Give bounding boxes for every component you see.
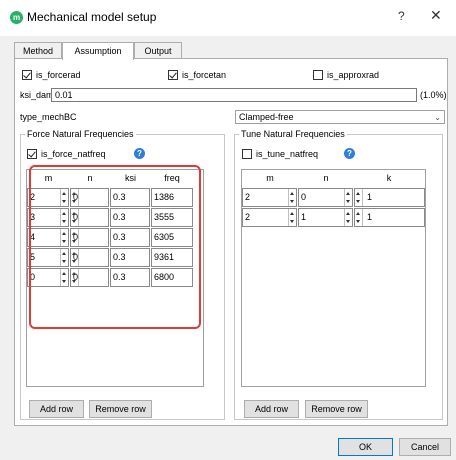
is-forcerad-label: is_forcerad bbox=[36, 70, 81, 80]
cancel-button[interactable]: Cancel bbox=[399, 438, 451, 456]
force-add-row-button[interactable]: Add row bbox=[29, 400, 84, 418]
ksi-input[interactable]: 0.3 bbox=[110, 228, 150, 247]
m-stepper[interactable]: 3 bbox=[27, 208, 69, 227]
spin-arrows-icon[interactable] bbox=[288, 209, 296, 226]
spin-arrows-icon[interactable] bbox=[71, 229, 79, 246]
is-forcetan-checkbox[interactable] bbox=[168, 70, 178, 80]
is-force-natfreq-checkbox[interactable] bbox=[27, 149, 37, 159]
is-tune-natfreq-checkbox[interactable] bbox=[242, 149, 252, 159]
title-bar: m Mechanical model setup ? ✕ bbox=[0, 0, 456, 36]
n-stepper[interactable]: 0 bbox=[70, 208, 109, 227]
column-header-m: m bbox=[44, 173, 53, 183]
tune-add-row-button[interactable]: Add row bbox=[244, 400, 299, 418]
column-header-k: k bbox=[386, 173, 392, 183]
assumption-panel: is_forcerad is_forcetan is_approxrad ksi… bbox=[14, 58, 448, 426]
spin-arrows-icon[interactable] bbox=[60, 209, 68, 226]
column-header-freq: freq bbox=[164, 173, 180, 183]
tab-output[interactable]: Output bbox=[134, 42, 182, 59]
is-approxrad-label: is_approxrad bbox=[327, 70, 380, 80]
cell-value: 3 bbox=[30, 212, 36, 222]
ok-button[interactable]: OK bbox=[338, 438, 393, 456]
tab-method[interactable]: Method bbox=[14, 42, 62, 59]
close-button[interactable]: ✕ bbox=[430, 7, 442, 24]
cell-value: 0 bbox=[30, 272, 36, 282]
type-mechbc-value: Clamped-free bbox=[239, 112, 294, 122]
help-icon[interactable]: ? bbox=[134, 148, 145, 159]
spin-arrows-icon[interactable] bbox=[355, 189, 363, 206]
force-remove-row-button[interactable]: Remove row bbox=[89, 400, 152, 418]
spin-arrows-icon[interactable] bbox=[344, 209, 352, 226]
n-stepper[interactable]: 0 bbox=[70, 248, 109, 267]
ksi-input[interactable]: 0.3 bbox=[110, 208, 150, 227]
k-stepper[interactable]: 1 bbox=[354, 188, 425, 207]
spin-arrows-icon[interactable] bbox=[71, 249, 79, 266]
m-stepper[interactable]: 2 bbox=[27, 188, 69, 207]
column-header-n: n bbox=[87, 173, 93, 183]
ksi-input[interactable]: 0.3 bbox=[110, 188, 150, 207]
ksi-input[interactable]: 0.3 bbox=[110, 248, 150, 267]
m-stepper[interactable]: 2 bbox=[242, 208, 297, 227]
spin-arrows-icon[interactable] bbox=[71, 189, 79, 206]
freq-input[interactable]: 1386 bbox=[151, 188, 193, 207]
m-stepper[interactable]: 0 bbox=[27, 268, 69, 287]
force-natfreq-table: m n ksi freq 2 0 0.3 1386 3 0 0.3 3555 4… bbox=[26, 169, 204, 387]
is-forcetan-label: is_forcetan bbox=[182, 70, 227, 80]
freq-input[interactable]: 9361 bbox=[151, 248, 193, 267]
tune-natfreq-group: Tune Natural Frequencies is_tune_natfreq… bbox=[234, 129, 443, 420]
m-stepper[interactable]: 5 bbox=[27, 248, 69, 267]
n-stepper[interactable]: 0 bbox=[70, 188, 109, 207]
cell-value: 2 bbox=[30, 192, 36, 202]
spin-arrows-icon[interactable] bbox=[60, 249, 68, 266]
freq-input[interactable]: 6305 bbox=[151, 228, 193, 247]
spin-arrows-icon[interactable] bbox=[344, 189, 352, 206]
is-force-natfreq-label: is_force_natfreq bbox=[41, 149, 106, 159]
spin-arrows-icon[interactable] bbox=[355, 209, 363, 226]
type-mechbc-select[interactable]: Clamped-free ⌄ bbox=[235, 110, 445, 124]
m-stepper[interactable]: 2 bbox=[242, 188, 297, 207]
ksi-damp-input[interactable]: 0.01 bbox=[51, 88, 417, 102]
column-header-n: n bbox=[323, 173, 329, 183]
force-natfreq-group-title: Force Natural Frequencies bbox=[25, 129, 136, 139]
cell-value: 1 bbox=[301, 212, 307, 222]
is-forcerad-checkbox[interactable] bbox=[22, 70, 32, 80]
spin-arrows-icon[interactable] bbox=[60, 229, 68, 246]
n-stepper[interactable]: 0 bbox=[298, 188, 353, 207]
cell-value: 4 bbox=[30, 232, 36, 242]
force-natfreq-group: Force Natural Frequencies is_force_natfr… bbox=[20, 129, 225, 420]
m-stepper[interactable]: 4 bbox=[27, 228, 69, 247]
help-icon[interactable]: ? bbox=[344, 148, 355, 159]
freq-input[interactable]: 3555 bbox=[151, 208, 193, 227]
cell-value: 0 bbox=[301, 192, 307, 202]
ksi-damp-percent: (1.0%) bbox=[420, 90, 447, 100]
freq-input[interactable]: 6800 bbox=[151, 268, 193, 287]
ksi-input[interactable]: 0.3 bbox=[110, 268, 150, 287]
window-title: Mechanical model setup bbox=[27, 10, 157, 24]
help-button[interactable]: ? bbox=[398, 9, 405, 23]
cell-value: 5 bbox=[30, 252, 36, 262]
n-stepper[interactable]: 0 bbox=[70, 228, 109, 247]
tune-natfreq-group-title: Tune Natural Frequencies bbox=[239, 129, 347, 139]
app-logo-icon: m bbox=[10, 11, 23, 24]
is-tune-natfreq-label: is_tune_natfreq bbox=[256, 149, 319, 159]
column-header-m: m bbox=[266, 173, 274, 183]
n-stepper[interactable]: 0 bbox=[70, 268, 109, 287]
tab-assumption[interactable]: Assumption bbox=[62, 42, 134, 60]
n-stepper[interactable]: 1 bbox=[298, 208, 353, 227]
type-mechbc-label: type_mechBC bbox=[20, 112, 77, 122]
tune-remove-row-button[interactable]: Remove row bbox=[305, 400, 368, 418]
chevron-down-icon: ⌄ bbox=[434, 113, 441, 122]
spin-arrows-icon[interactable] bbox=[71, 269, 79, 286]
spin-arrows-icon[interactable] bbox=[71, 209, 79, 226]
is-approxrad-checkbox[interactable] bbox=[313, 70, 323, 80]
spin-arrows-icon[interactable] bbox=[60, 269, 68, 286]
column-header-ksi: ksi bbox=[125, 173, 136, 183]
spin-arrows-icon[interactable] bbox=[288, 189, 296, 206]
tune-natfreq-table: m n k 2 0 1 2 1 1 bbox=[241, 169, 426, 387]
cell-value: 2 bbox=[245, 212, 251, 222]
k-stepper[interactable]: 1 bbox=[354, 208, 425, 227]
cell-value: 2 bbox=[245, 192, 251, 202]
spin-arrows-icon[interactable] bbox=[60, 189, 68, 206]
